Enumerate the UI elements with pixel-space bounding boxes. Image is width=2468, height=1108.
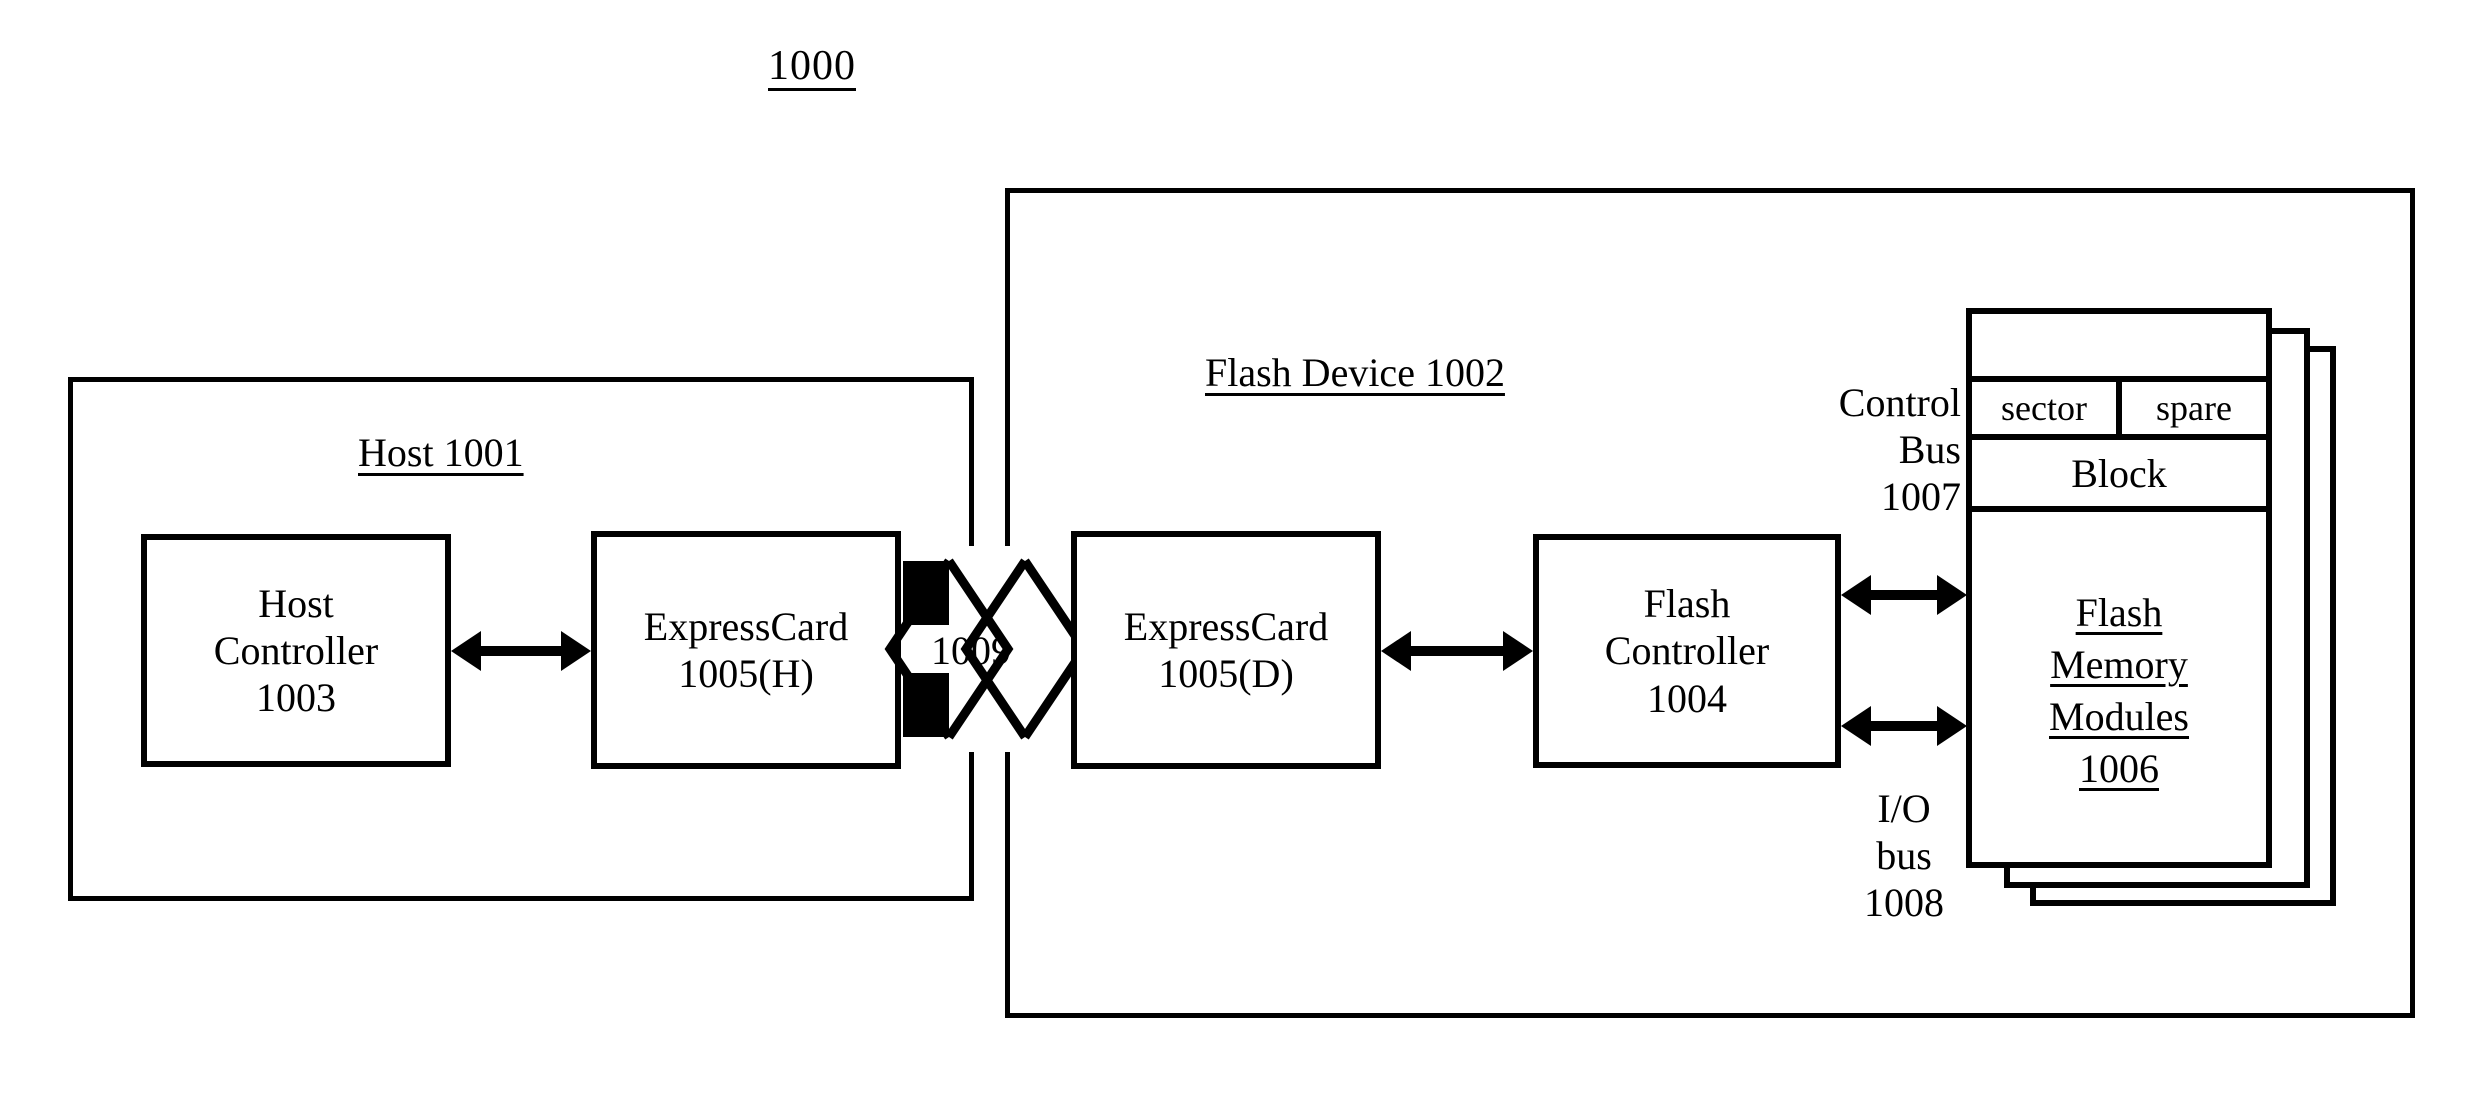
flash-controller-line-3: 1004: [1647, 675, 1727, 721]
spare-cell: spare: [2156, 388, 2232, 428]
flash-controller-line-1: Flash: [1643, 581, 1731, 627]
control-bus-line-2: Bus: [1898, 426, 1961, 472]
io-bus-line-3: 1008: [1864, 879, 1944, 925]
device-expresscard-box[interactable]: ExpressCard 1005(D): [1071, 531, 1381, 769]
arrow-head-right-icon: [1937, 575, 1967, 615]
control-bus-line-3: 1007: [1881, 473, 1961, 519]
memory-module-line-4: 1006: [2079, 746, 2159, 791]
arrow-head-left-icon: [1841, 706, 1871, 746]
device-expresscard-line-2: 1005(D): [1158, 651, 1294, 696]
sector-cell: sector: [1972, 382, 2122, 434]
flash-controller-line-2: Controller: [1604, 628, 1770, 674]
arrow-head-left-icon: [1381, 631, 1411, 671]
arrow-head-left-icon: [1841, 575, 1871, 615]
memory-module-line-2: Memory: [2050, 642, 2188, 687]
io-bus-line-2: bus: [1876, 832, 1932, 878]
control-bus-line-1: Control: [1838, 380, 1961, 425]
memory-module-top-row: [1972, 314, 2266, 382]
io-bus-label: I/O bus 1008: [1838, 786, 1970, 926]
memory-module-line-3: Modules: [2049, 694, 2189, 739]
memory-module-line-1: Flash: [2075, 590, 2163, 635]
memory-module-sector-row: sector spare: [1972, 382, 2266, 440]
device-expresscard-line-1: ExpressCard: [1123, 603, 1329, 649]
io-bus-line-1: I/O: [1877, 786, 1931, 831]
control-bus-label: Control Bus 1007: [1771, 380, 1961, 520]
memory-module-body: Flash Memory Modules 1006: [1972, 512, 2266, 862]
memory-module-block-row: Block: [1972, 440, 2266, 512]
arrow-head-right-icon: [1503, 631, 1533, 671]
arrow-head-right-icon: [1937, 706, 1967, 746]
patent-figure-canvas: 1000 Host 1001 Host Controller 1003 Expr…: [0, 0, 2468, 1108]
flash-controller-box[interactable]: Flash Controller 1004: [1533, 534, 1841, 768]
flash-memory-modules-box[interactable]: sector spare Block Flash Memory Modules …: [1966, 308, 2272, 868]
connector-label: 1009: [931, 628, 1011, 673]
